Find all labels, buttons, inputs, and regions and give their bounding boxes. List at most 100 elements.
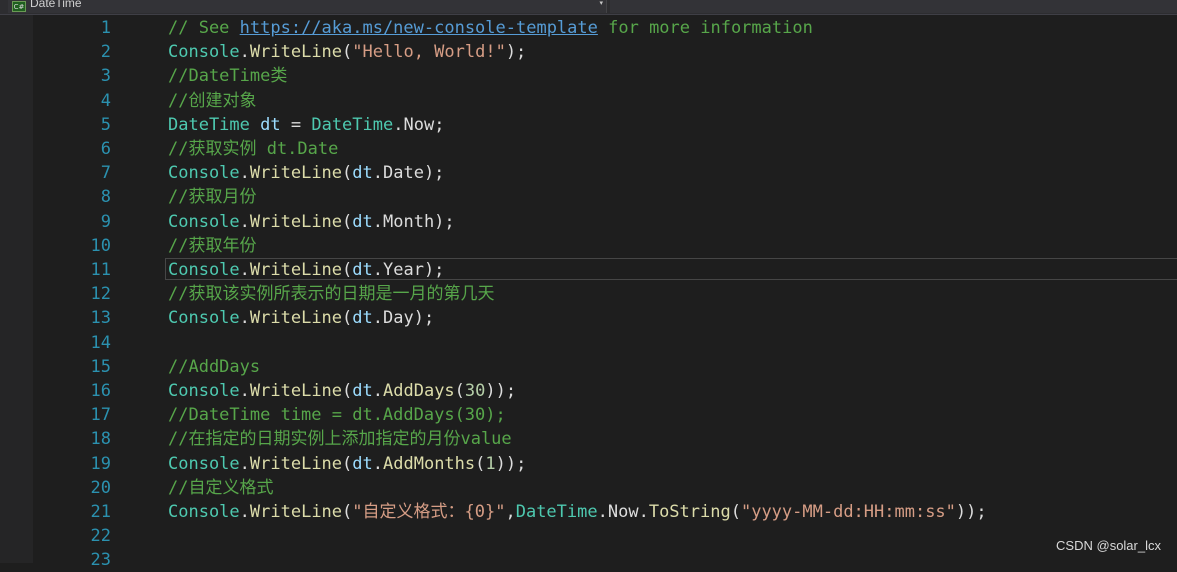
code-line[interactable]: 10 //获取年份 [0,234,1177,258]
code-token: Console [168,260,240,280]
secondary-combo-dropdown[interactable] [610,0,1177,13]
code-token: )); [485,381,517,401]
code-token: . [239,308,250,329]
code-line[interactable]: 13 Console.WriteLine(dt.Day); [0,306,1177,330]
code-token: WriteLine [249,381,343,401]
code-token: Console [168,163,240,184]
code-token: . [239,381,250,401]
code-token: ); [505,42,527,63]
code-text: // See https://aka.ms/new-console-templa… [168,16,813,40]
code-token: //获取年份 [168,235,257,256]
code-text: //获取该实例所表示的日期是一月的第几天 [168,282,494,306]
code-token: . [239,163,250,184]
line-number: 3 [100,66,111,87]
code-line[interactable]: 6 //获取实例 dt.Date [0,137,1177,161]
code-token: Console [168,42,240,63]
code-line[interactable]: 22 [0,524,1177,548]
line-number: 17 [90,405,111,426]
line-number: 21 [90,502,111,522]
code-token: dt [352,211,373,232]
code-line[interactable]: 5 DateTime dt = DateTime.Now; [0,113,1177,137]
editor-navigation-bar: C# DateTime ▾ [0,0,1177,15]
line-number: 15 [90,356,111,377]
code-line[interactable]: 20 //自定义格式 [0,476,1177,500]
code-token: //DateTime time = dt.AddDays(30); [168,405,506,426]
code-line[interactable]: 15 //AddDays [0,355,1177,379]
code-token: //在指定的日期实例上添加指定的月份value [168,429,512,450]
line-number: 16 [90,381,111,401]
code-text: Console.WriteLine("Hello, World!"); [168,40,526,64]
code-line[interactable]: 9 Console.WriteLine(dt.Month); [0,210,1177,234]
line-number: 22 [90,526,111,547]
code-line[interactable]: 2 Console.WriteLine("Hello, World!"); [0,40,1177,64]
line-number: 14 [90,332,111,353]
line-number: 23 [90,550,111,571]
code-token: . [597,502,608,522]
code-text: Console.WriteLine(dt.AddDays(30)); [168,379,516,403]
code-token: Console [168,308,240,329]
code-text: Console.WriteLine(dt.Year); [168,258,444,282]
code-line[interactable]: 17 //DateTime time = dt.AddDays(30); [0,403,1177,427]
line-number: 19 [90,453,111,474]
code-token: )); [955,502,987,522]
code-token: ( [454,381,465,401]
code-line[interactable]: 3 //DateTime类 [0,64,1177,88]
code-token: . [239,211,250,232]
code-token: . [239,502,250,522]
member-combo-label: DateTime [30,0,82,10]
code-token: dt [352,308,373,329]
code-line[interactable]: 7 Console.WriteLine(dt.Date); [0,161,1177,185]
code-line[interactable]: 12 //获取该实例所表示的日期是一月的第几天 [0,282,1177,306]
code-token: //创建对象 [168,90,257,111]
code-line[interactable]: 16 Console.WriteLine(dt.AddDays(30)); [0,379,1177,403]
code-text: //DateTime类 [168,64,287,88]
code-line[interactable]: 19 Console.WriteLine(dt.AddMonths(1)); [0,452,1177,476]
code-line[interactable]: 11 Console.WriteLine(dt.Year); [0,258,1177,282]
code-token: ( [342,308,353,329]
line-number: 20 [90,477,111,498]
code-line[interactable]: 21 Console.WriteLine("自定义格式：{0}",DateTime… [0,500,1177,524]
code-editor[interactable]: 1 // See https://aka.ms/new-console-templ… [0,15,1177,570]
code-token: dt [352,260,373,280]
line-number: 10 [90,235,111,256]
code-token: .Year); [372,260,445,280]
code-token: Now [403,114,435,135]
code-line[interactable]: 18 //在指定的日期实例上添加指定的月份value [0,427,1177,451]
code-token: WriteLine [249,260,343,280]
code-text: Console.WriteLine("自定义格式：{0}",DateTime.N… [168,500,987,524]
line-number: 2 [100,42,111,63]
member-combo-dropdown[interactable]: C# DateTime ▾ [8,0,607,13]
line-number: 8 [100,187,111,208]
code-line[interactable]: 8 //获取月份 [0,185,1177,209]
code-line[interactable]: 4 //创建对象 [0,89,1177,113]
line-number: 7 [100,163,111,184]
code-token: 30 [464,381,486,401]
code-token: Console [168,381,240,401]
code-token: https://aka.ms/new-console-template [239,18,598,38]
code-line[interactable]: 14 [0,331,1177,355]
code-token: ( [342,163,353,184]
code-token: .Month); [372,211,455,232]
code-text: DateTime dt = DateTime.Now; [168,113,444,137]
csharp-file-icon: C# [12,1,26,12]
code-line[interactable]: 23 [0,548,1177,572]
code-token: //AddDays [168,356,261,377]
code-token: DateTime [515,502,598,522]
line-number: 6 [100,139,111,159]
code-text: Console.WriteLine(dt.AddMonths(1)); [168,452,526,476]
code-token: .Date); [372,163,445,184]
code-token: )); [495,453,527,474]
line-number: 5 [100,114,111,135]
code-text: Console.WriteLine(dt.Month); [168,210,455,234]
chevron-down-icon[interactable]: ▾ [599,0,603,7]
code-token: //自定义格式 [168,477,274,498]
line-number: 9 [100,211,111,232]
code-token: "Hello, World!" [352,42,506,63]
code-token: . [372,381,384,401]
code-token: //获取月份 [168,187,257,208]
code-line[interactable]: 1 // See https://aka.ms/new-console-templ… [0,16,1177,40]
code-token: WriteLine [249,502,343,522]
code-token: . [393,114,404,135]
code-token: DateTime [168,114,250,135]
